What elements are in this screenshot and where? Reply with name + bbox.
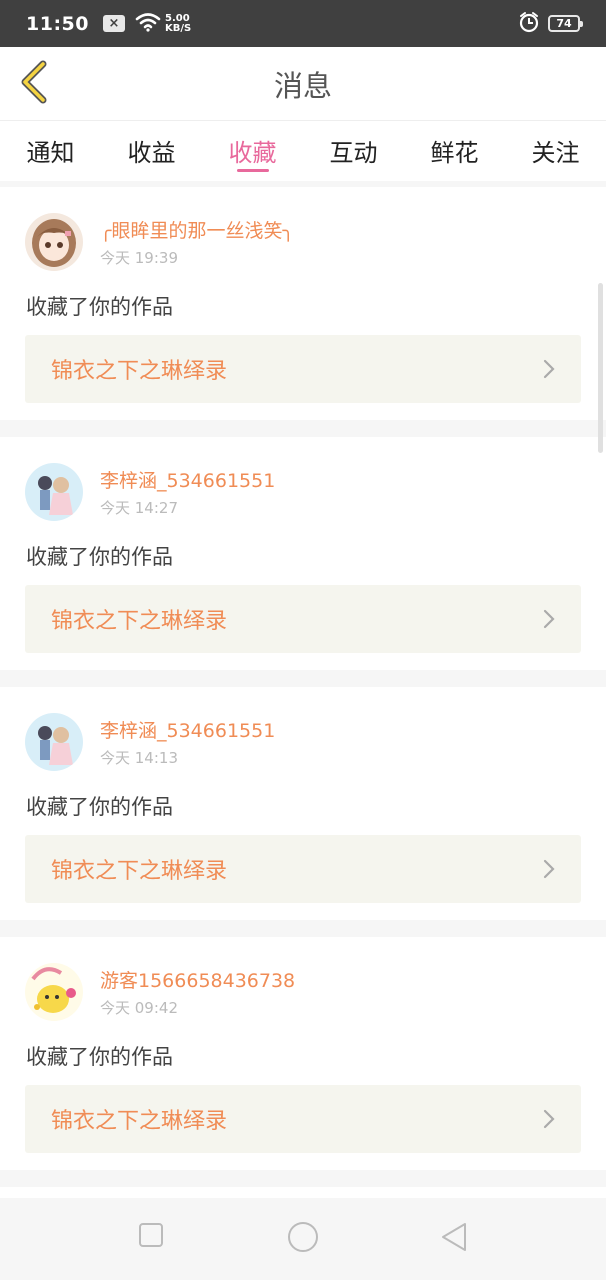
- chevron-right-icon: [543, 359, 555, 383]
- battery-indicator: 74: [548, 15, 583, 32]
- action-text: 收藏了你的作品: [26, 795, 173, 819]
- chevron-right-icon: [543, 859, 555, 883]
- app-header: 消息: [0, 47, 606, 121]
- action-text: 收藏了你的作品: [26, 545, 173, 569]
- tab-bar: 通知 收益 收藏 互动 鲜花 关注: [0, 121, 606, 181]
- recent-apps-button[interactable]: [138, 1222, 164, 1252]
- back-button[interactable]: [14, 60, 54, 108]
- back-nav-button[interactable]: [440, 1221, 468, 1257]
- message-time: 今天 14:27: [100, 499, 178, 517]
- avatar-couple[interactable]: [25, 713, 83, 771]
- avatar-couple[interactable]: [25, 463, 83, 521]
- scrollbar[interactable]: [598, 283, 603, 453]
- work-title: 锦衣之下之琳绎录: [51, 1109, 228, 1134]
- tab-label: 收藏: [228, 139, 277, 167]
- tab-label: 关注: [531, 139, 580, 167]
- notification-icon: ×: [102, 15, 125, 32]
- tab-flowers[interactable]: 鲜花: [404, 121, 505, 181]
- chevron-left-icon: [19, 60, 49, 108]
- active-tab-indicator: [236, 169, 269, 172]
- wifi-icon: [135, 12, 161, 36]
- speed-value: 5.00: [164, 12, 190, 24]
- tab-earnings[interactable]: 收益: [101, 121, 202, 181]
- speed-unit: KB/S: [164, 22, 192, 34]
- message-card: 李梓涵_534661551 今天 14:13 收藏了你的作品 锦衣之下之琳绎录: [0, 687, 606, 920]
- avatar-cartoon-bear[interactable]: [25, 963, 83, 1021]
- tab-notifications[interactable]: 通知: [0, 121, 101, 181]
- avatar-girl-brown-hair[interactable]: [25, 213, 83, 271]
- page-title: 消息: [273, 68, 332, 103]
- status-time: 11:50: [26, 12, 89, 35]
- message-card: 游客1566658436738 今天 09:42 收藏了你的作品 锦衣之下之琳绎…: [0, 937, 606, 1170]
- system-nav-bar: [0, 1198, 606, 1280]
- chevron-right-icon: [543, 609, 555, 633]
- message-card: 李梓涵_534661551 今天 14:27 收藏了你的作品 锦衣之下之琳绎录: [0, 437, 606, 670]
- username[interactable]: 游客1566658436738: [100, 966, 295, 993]
- work-title: 锦衣之下之琳绎录: [51, 609, 228, 634]
- work-title: 锦衣之下之琳绎录: [51, 859, 228, 884]
- tab-label: 互动: [329, 139, 378, 167]
- username[interactable]: ╭眼眸里的那一丝浅笑╮: [100, 216, 294, 243]
- message-time: 今天 09:42: [100, 999, 178, 1017]
- action-text: 收藏了你的作品: [26, 1045, 173, 1069]
- work-title: 锦衣之下之琳绎录: [51, 359, 228, 384]
- tab-label: 鲜花: [430, 139, 479, 167]
- action-text: 收藏了你的作品: [26, 295, 173, 319]
- message-time: 今天 14:13: [100, 749, 178, 767]
- username[interactable]: 李梓涵_534661551: [100, 466, 275, 493]
- chevron-right-icon: [543, 1109, 555, 1133]
- status-bar: 11:50 × 5.00 KB/S 74: [0, 0, 606, 47]
- work-link[interactable]: 锦衣之下之琳绎录: [25, 1085, 581, 1153]
- tab-label: 收益: [127, 139, 176, 167]
- tab-interactions[interactable]: 互动: [303, 121, 404, 181]
- tab-label: 通知: [26, 139, 75, 167]
- network-speed: 5.00 KB/S: [164, 12, 192, 34]
- work-link[interactable]: 锦衣之下之琳绎录: [25, 335, 581, 403]
- work-link[interactable]: 锦衣之下之琳绎录: [25, 835, 581, 903]
- work-link[interactable]: 锦衣之下之琳绎录: [25, 585, 581, 653]
- tab-following[interactable]: 关注: [505, 121, 606, 181]
- tab-favorites[interactable]: 收藏: [202, 121, 303, 181]
- username[interactable]: 李梓涵_534661551: [100, 716, 275, 743]
- message-time: 今天 19:39: [100, 249, 178, 267]
- message-card: ╭眼眸里的那一丝浅笑╮ 今天 19:39 收藏了你的作品 锦衣之下之琳绎录: [0, 187, 606, 420]
- home-button[interactable]: [287, 1221, 319, 1257]
- alarm-icon: [518, 11, 540, 37]
